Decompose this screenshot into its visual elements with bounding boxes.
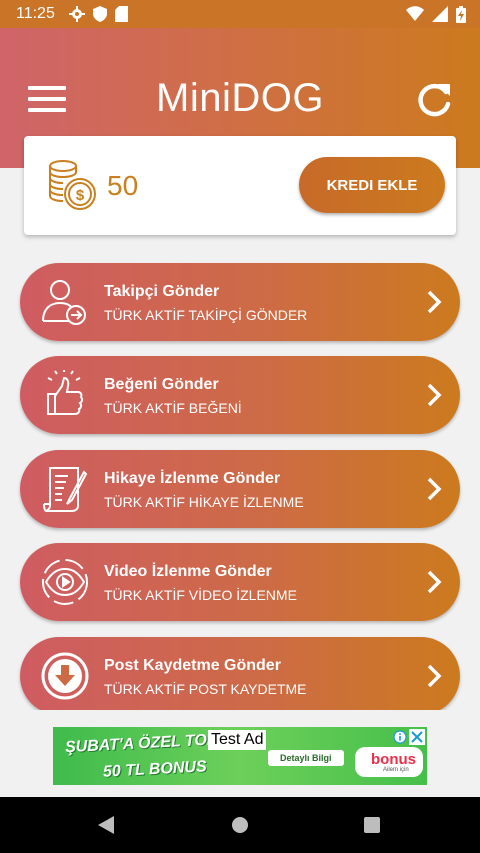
chevron-right-icon — [427, 383, 442, 407]
menu-item-title: Post Kaydetme Gönder — [104, 657, 281, 674]
menu-item-subtitle: TÜRK AKTİF HİKAYE İZLENME — [104, 494, 304, 510]
credit-value: 50 — [107, 170, 139, 201]
shield-icon — [92, 6, 107, 22]
menu-item-subtitle: TÜRK AKTİF TAKİPÇİ GÖNDER — [104, 307, 308, 323]
recents-icon[interactable] — [360, 813, 384, 837]
signal-icon — [432, 6, 448, 22]
ad-brand-sub: Ailem için — [383, 767, 409, 773]
ad-banner[interactable]: ŞUBAT'A ÖZEL TOPL 50 TL BONUS Detaylı Bi… — [53, 727, 427, 785]
menu-item-subtitle: TÜRK AKTİF VİDEO İZLENME — [104, 587, 297, 603]
menu-item-save-post[interactable]: Post Kaydetme Gönder TÜRK AKTİF POST KAY… — [20, 637, 460, 715]
follower-icon — [42, 280, 86, 325]
close-icon[interactable] — [409, 729, 425, 745]
home-icon[interactable] — [228, 813, 252, 837]
chevron-right-icon — [427, 290, 442, 314]
download-icon — [41, 652, 89, 700]
ad-cta-button[interactable]: Detaylı Bilgi — [268, 750, 344, 766]
menu-item-video[interactable]: Video İzlenme Gönder TÜRK AKTİF VİDEO İZ… — [20, 543, 460, 621]
ad-headline: ŞUBAT'A ÖZEL TOPL — [64, 730, 228, 757]
menu-item-title: Takipçi Gönder — [104, 283, 220, 300]
credit-card: $ 50 KREDI EKLE — [24, 136, 456, 235]
eye-play-icon — [42, 559, 88, 605]
menu-item-story[interactable]: Hikaye İzlenme Gönder TÜRK AKTİF HİKAYE … — [20, 450, 460, 528]
gear-icon — [68, 6, 85, 22]
menu-item-title: Beğeni Gönder — [104, 376, 219, 393]
menu-item-subtitle: TÜRK AKTİF POST KAYDETME — [104, 681, 307, 697]
menu-item-title: Video İzlenme Gönder — [104, 563, 272, 580]
menu-item-title: Hikaye İzlenme Gönder — [104, 470, 281, 487]
ad-brand-text: bonus — [371, 751, 416, 768]
battery-icon — [456, 5, 466, 23]
system-nav-bar — [0, 797, 480, 853]
ad-subline: 50 TL BONUS — [102, 758, 208, 781]
ad-brand-logo: bonus Ailem için — [355, 747, 423, 777]
app-title: MiniDOG — [156, 76, 324, 120]
chevron-right-icon — [427, 570, 442, 594]
test-ad-label: Test Ad — [208, 730, 267, 750]
story-icon — [43, 467, 88, 512]
status-icons-left — [68, 6, 128, 22]
info-icon[interactable] — [393, 730, 407, 744]
like-icon — [47, 370, 84, 415]
sd-card-icon — [114, 6, 128, 22]
coins-icon: $ — [49, 160, 96, 210]
back-icon[interactable] — [94, 813, 118, 837]
menu-item-follower[interactable]: Takipçi Gönder TÜRK AKTİF TAKİPÇİ GÖNDER — [20, 263, 460, 341]
svg-text:$: $ — [76, 187, 85, 204]
menu-item-subtitle: TÜRK AKTİF BEĞENİ — [104, 400, 242, 416]
status-bar: 11:25 — [0, 0, 480, 28]
refresh-icon[interactable] — [414, 80, 454, 120]
chevron-right-icon — [427, 477, 442, 501]
wifi-icon — [406, 6, 424, 21]
chevron-right-icon — [427, 664, 442, 688]
add-credit-button[interactable]: KREDI EKLE — [299, 157, 445, 213]
status-icons-right — [406, 5, 466, 23]
status-time: 11:25 — [16, 5, 55, 22]
menu-item-like[interactable]: Beğeni Gönder TÜRK AKTİF BEĞENİ — [20, 356, 460, 434]
